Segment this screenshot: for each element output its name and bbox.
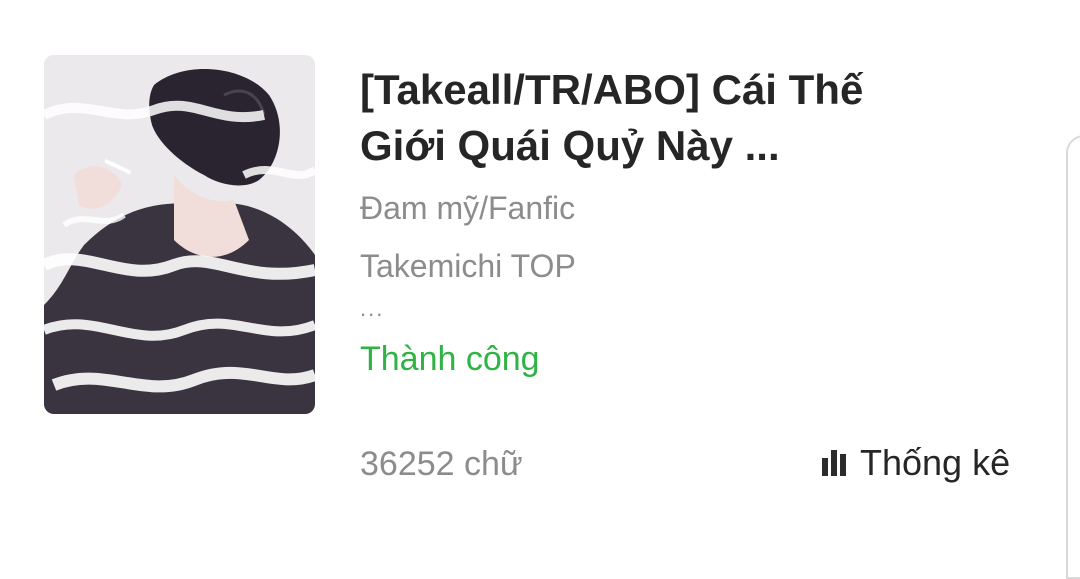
stats-button[interactable]: Thống kê xyxy=(822,440,1010,486)
cover-illustration xyxy=(44,55,315,414)
word-count: 36252 chữ xyxy=(360,445,523,483)
book-tags: Takemichi TOP xyxy=(360,248,576,284)
book-title[interactable]: [Takeall/TR/ABO] Cái Thế Giới Quái Quỷ N… xyxy=(360,62,920,174)
book-category: Đam mỹ/Fanfic xyxy=(360,190,576,226)
more-indicator: ... xyxy=(360,296,385,321)
story-card[interactable]: [Takeall/TR/ABO] Cái Thế Giới Quái Quỷ N… xyxy=(0,0,1080,579)
status-label: Thành công xyxy=(360,340,540,378)
bar-chart-icon xyxy=(822,450,846,476)
cover-image[interactable] xyxy=(44,55,315,414)
stats-label: Thống kê xyxy=(860,442,1011,483)
adjacent-card-edge xyxy=(1066,135,1080,579)
